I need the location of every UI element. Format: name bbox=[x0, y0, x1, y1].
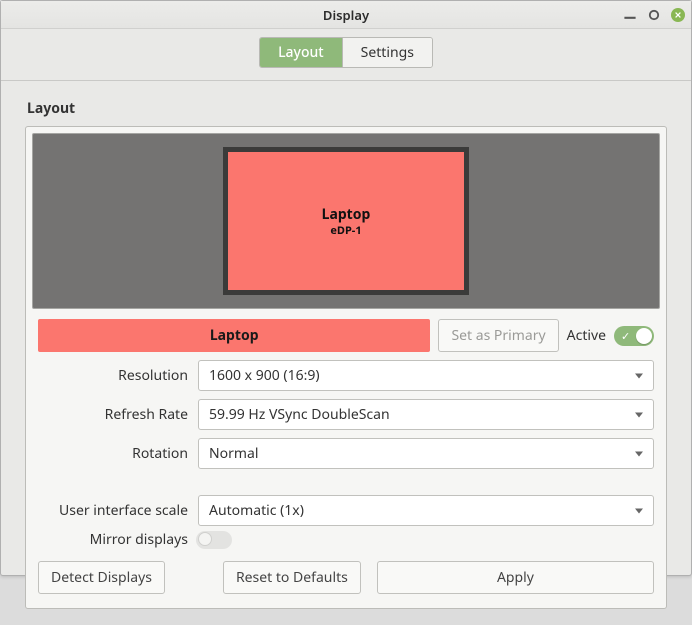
layout-panel: Laptop eDP-1 Laptop Set as Primary Activ… bbox=[25, 126, 667, 609]
close-button[interactable] bbox=[671, 8, 685, 22]
maximize-button[interactable] bbox=[647, 8, 661, 22]
section-title: Layout bbox=[27, 99, 667, 118]
monitor-name: Laptop bbox=[322, 205, 371, 224]
apply-button[interactable]: Apply bbox=[377, 561, 654, 594]
footer-buttons: Detect Displays Reset to Defaults Apply bbox=[32, 557, 660, 596]
window-title: Display bbox=[323, 6, 369, 24]
tab-layout[interactable]: Layout bbox=[260, 38, 342, 67]
ui-scale-select[interactable]: Automatic (1x) bbox=[198, 495, 654, 526]
display-settings-window: Display Layout Settings Layout Laptop bbox=[0, 0, 692, 576]
ui-scale-value: Automatic (1x) bbox=[209, 501, 304, 520]
rotation-select[interactable]: Normal bbox=[198, 438, 654, 469]
device-tab[interactable]: Laptop bbox=[38, 319, 430, 352]
reset-defaults-button[interactable]: Reset to Defaults bbox=[223, 561, 361, 594]
ui-scale-label: User interface scale bbox=[38, 501, 188, 520]
minimize-button[interactable] bbox=[623, 8, 637, 22]
device-bar: Laptop Set as Primary Active ✓ bbox=[32, 319, 660, 352]
refresh-rate-value: 59.99 Hz VSync DoubleScan bbox=[209, 405, 390, 424]
tab-settings[interactable]: Settings bbox=[342, 38, 432, 67]
settings-form: Resolution 1600 x 900 (16:9) Refresh Rat… bbox=[32, 360, 660, 526]
resolution-select[interactable]: 1600 x 900 (16:9) bbox=[198, 360, 654, 391]
mirror-label: Mirror displays bbox=[38, 530, 188, 549]
titlebar-buttons bbox=[623, 1, 685, 29]
active-toggle[interactable]: ✓ bbox=[614, 326, 654, 346]
monitor-tile[interactable]: Laptop eDP-1 bbox=[223, 147, 469, 295]
monitor-connector: eDP-1 bbox=[330, 223, 361, 238]
detect-displays-button[interactable]: Detect Displays bbox=[38, 561, 165, 594]
rotation-value: Normal bbox=[209, 444, 258, 463]
resolution-label: Resolution bbox=[38, 366, 188, 385]
content-area: Layout Laptop eDP-1 Laptop Set as Primar… bbox=[1, 81, 691, 625]
set-primary-button[interactable]: Set as Primary bbox=[438, 319, 558, 352]
active-label: Active bbox=[567, 326, 606, 345]
mirror-toggle[interactable] bbox=[196, 531, 232, 549]
titlebar[interactable]: Display bbox=[1, 1, 691, 29]
refresh-rate-select[interactable]: 59.99 Hz VSync DoubleScan bbox=[198, 399, 654, 430]
tab-group: Layout Settings bbox=[259, 37, 433, 68]
rotation-label: Rotation bbox=[38, 444, 188, 463]
resolution-value: 1600 x 900 (16:9) bbox=[209, 366, 320, 385]
mirror-row: Mirror displays bbox=[32, 526, 660, 557]
view-switcher: Layout Settings bbox=[1, 29, 691, 81]
refresh-rate-label: Refresh Rate bbox=[38, 405, 188, 424]
monitor-preview-area[interactable]: Laptop eDP-1 bbox=[32, 133, 660, 309]
